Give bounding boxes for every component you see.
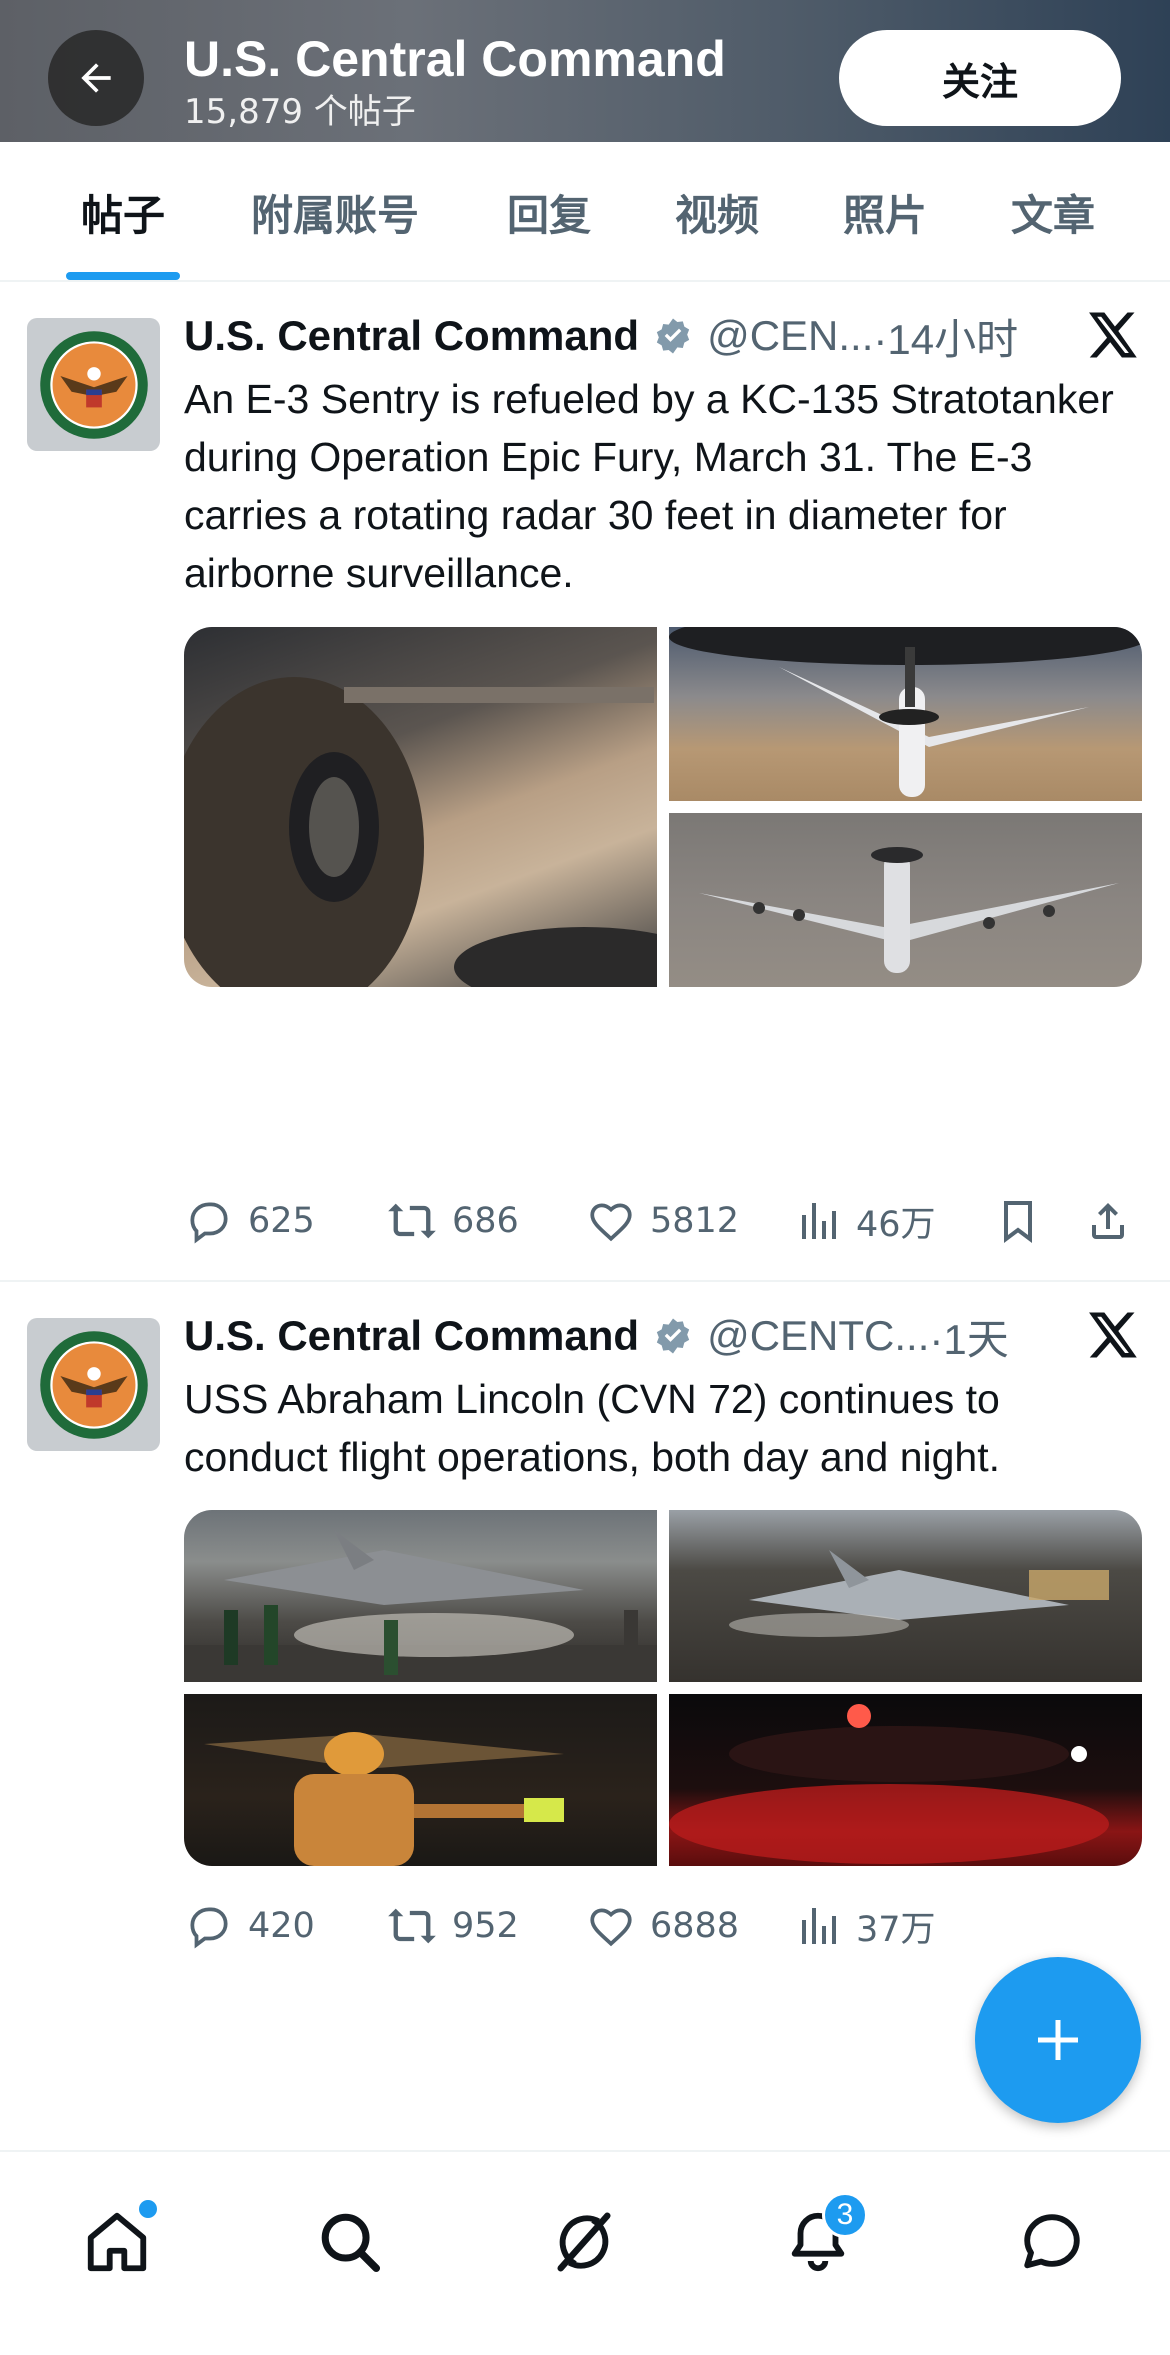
post-time: ·1天 (929, 1315, 1009, 1363)
nav-home[interactable] (67, 2192, 167, 2292)
like-icon (590, 1908, 632, 1947)
follow-button[interactable]: 关注 (839, 30, 1121, 126)
like-button[interactable]: 5812 (586, 1191, 739, 1251)
media-image[interactable] (184, 1694, 657, 1866)
author-name[interactable]: U.S. Central Command (184, 312, 639, 360)
repost-button[interactable]: 952 (386, 1896, 519, 1956)
repost-icon (388, 1908, 436, 1944)
post-actions: 420 952 6888 37万 (184, 1896, 1144, 1956)
x-logo-icon (1089, 1312, 1137, 1358)
verified-icon (656, 1318, 690, 1354)
share-button[interactable] (1084, 1191, 1146, 1251)
tab-articles[interactable]: 文章 (990, 142, 1116, 282)
media-image[interactable] (669, 627, 1142, 801)
post-actions: 625 686 5812 46万 (184, 1191, 1144, 1251)
message-icon (1024, 2214, 1080, 2269)
back-arrow-icon (81, 63, 111, 93)
views-button[interactable]: 37万 (794, 1896, 936, 1956)
reply-count: 420 (248, 1906, 315, 1946)
profile-header: U.S. Central Command 15,879 个帖子 关注 (0, 0, 1170, 142)
media-image[interactable] (184, 1510, 657, 1682)
share-icon (1092, 1203, 1124, 1239)
views-count: 37万 (856, 1909, 936, 1950)
nav-notifications[interactable]: 3 (768, 2192, 868, 2292)
repost-count: 686 (452, 1201, 519, 1241)
views-icon (802, 1203, 836, 1239)
avatar[interactable] (27, 1318, 160, 1451)
header-title: U.S. Central Command (184, 31, 726, 87)
media-image[interactable] (669, 813, 1142, 987)
author-name[interactable]: U.S. Central Command (184, 1312, 639, 1360)
like-button[interactable]: 6888 (586, 1896, 739, 1956)
post-time: ·14小时 (873, 315, 1019, 363)
centcom-seal-icon (39, 1330, 148, 1439)
bookmark-button[interactable] (994, 1191, 1056, 1251)
home-unread-dot (139, 2200, 157, 2218)
search-icon (321, 2213, 381, 2273)
bookmark-icon (1004, 1201, 1032, 1243)
post-header: U.S. Central Command @CEN... ·14小时 (184, 306, 1018, 366)
nav-grok[interactable] (534, 2192, 634, 2292)
plus-icon (1038, 2020, 1078, 2060)
author-handle[interactable]: @CEN... (707, 312, 873, 360)
tab-replies[interactable]: 回复 (486, 142, 612, 282)
like-count: 5812 (650, 1201, 740, 1241)
tab-affiliates[interactable]: 附属账号 (230, 142, 440, 282)
views-count: 46万 (856, 1204, 936, 1245)
tab-photos[interactable]: 照片 (822, 142, 948, 282)
bottom-nav: 3 (0, 2150, 1170, 2355)
home-icon (87, 2212, 147, 2272)
reply-icon (190, 1907, 228, 1949)
tab-videos[interactable]: 视频 (654, 142, 780, 282)
reply-button[interactable]: 625 (184, 1191, 315, 1251)
views-button[interactable]: 46万 (794, 1191, 936, 1251)
post[interactable]: U.S. Central Command @CEN... ·14小时 An E-… (0, 284, 1170, 1282)
post-media-grid (184, 627, 1142, 987)
compose-button[interactable] (975, 1957, 1141, 2123)
post-text: USS Abraham Lincoln (CVN 72) continues t… (184, 1376, 1001, 1480)
media-image[interactable] (669, 1694, 1142, 1866)
like-icon (590, 1203, 632, 1242)
profile-tabs: 帖子 附属账号 回复 视频 照片 文章 (0, 142, 1170, 282)
post-header: U.S. Central Command @CENTC... ·1天 (184, 1306, 1009, 1366)
reply-icon (190, 1202, 228, 1244)
avatar[interactable] (27, 318, 160, 451)
repost-icon (388, 1203, 436, 1239)
nav-messages[interactable] (1002, 2192, 1102, 2292)
back-button[interactable] (48, 30, 144, 126)
reply-button[interactable]: 420 (184, 1896, 315, 1956)
views-icon (802, 1908, 836, 1944)
repost-button[interactable]: 686 (386, 1191, 519, 1251)
nav-search[interactable] (300, 2192, 400, 2292)
notifications-badge: 3 (822, 2192, 868, 2238)
post-count: 15,879 个帖子 (184, 92, 416, 132)
grok-icon (557, 2212, 611, 2272)
media-image[interactable] (669, 1510, 1142, 1682)
active-tab-indicator (66, 272, 180, 280)
tab-posts[interactable]: 帖子 (58, 142, 188, 282)
verified-icon (656, 318, 690, 354)
media-image[interactable] (184, 627, 657, 987)
author-handle[interactable]: @CENTC... (707, 1312, 929, 1360)
post-text: An E-3 Sentry is refueled by a KC-135 St… (184, 376, 1114, 596)
like-count: 6888 (650, 1906, 740, 1946)
post-media-grid (184, 1510, 1142, 1866)
centcom-seal-icon (39, 330, 148, 439)
reply-count: 625 (248, 1201, 315, 1241)
x-logo-icon (1089, 312, 1137, 358)
repost-count: 952 (452, 1906, 519, 1946)
